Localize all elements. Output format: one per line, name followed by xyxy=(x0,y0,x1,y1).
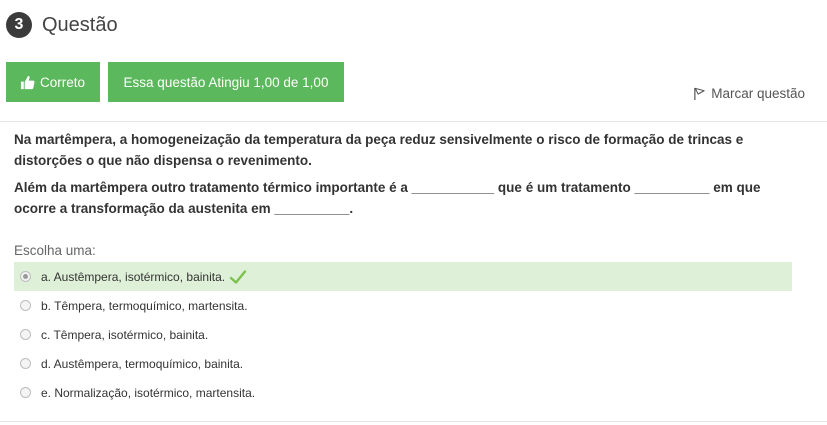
score-label: Essa questão Atingiu 1,00 de 1,00 xyxy=(123,74,329,90)
radio-button-b[interactable] xyxy=(20,300,31,311)
answer-option-c[interactable]: c. Têmpera, isotérmico, bainita. xyxy=(14,320,792,349)
answer-label-a: a. Austêmpera, isotérmico, bainita. xyxy=(41,269,226,284)
quiz-question-page: 3 Questão Correto Essa questão Atingiu 1… xyxy=(0,0,827,425)
status-row: Correto Essa questão Atingiu 1,00 de 1,0… xyxy=(6,62,344,102)
radio-button-c[interactable] xyxy=(20,329,31,340)
check-icon xyxy=(229,269,247,284)
choose-one-label: Escolha uma: xyxy=(14,243,96,258)
question-prompt: Na martêmpera, a homogeneização da tempe… xyxy=(14,129,784,225)
answer-option-d[interactable]: d. Austêmpera, termoquímico, bainita. xyxy=(14,349,792,378)
answer-list: a. Austêmpera, isotérmico, bainita. b. T… xyxy=(14,262,792,407)
prompt-paragraph-1: Na martêmpera, a homogeneização da tempe… xyxy=(14,132,744,168)
flag-label: Marcar questão xyxy=(711,86,805,101)
radio-button-a[interactable] xyxy=(20,271,31,282)
answer-option-e[interactable]: e. Normalização, isotérmico, martensita. xyxy=(14,378,792,407)
answer-option-a[interactable]: a. Austêmpera, isotérmico, bainita. xyxy=(14,262,792,291)
flag-icon xyxy=(694,87,705,100)
answer-option-b[interactable]: b. Têmpera, termoquímico, martensita. xyxy=(14,291,792,320)
score-badge: Essa questão Atingiu 1,00 de 1,00 xyxy=(108,62,344,102)
answer-label-d: d. Austêmpera, termoquímico, bainita. xyxy=(41,356,244,371)
result-label: Correto xyxy=(40,74,86,90)
answer-label-b: b. Têmpera, termoquímico, martensita. xyxy=(41,298,248,313)
thumbs-up-icon xyxy=(20,75,35,89)
answer-label-e: e. Normalização, isotérmico, martensita. xyxy=(41,385,256,400)
header-divider xyxy=(0,121,827,122)
question-number-badge: 3 xyxy=(6,12,32,38)
prompt-paragraph-2: Além da martêmpera outro tratamento térm… xyxy=(14,180,761,216)
flag-question-link[interactable]: Marcar questão xyxy=(693,86,805,101)
bottom-divider xyxy=(0,421,827,422)
question-title: Questão xyxy=(42,13,118,36)
answer-label-c: c. Têmpera, isotérmico, bainita. xyxy=(41,327,209,342)
radio-button-e[interactable] xyxy=(20,387,31,398)
question-header: 3 Questão xyxy=(6,12,118,38)
radio-button-d[interactable] xyxy=(20,358,31,369)
result-badge: Correto xyxy=(6,62,100,102)
